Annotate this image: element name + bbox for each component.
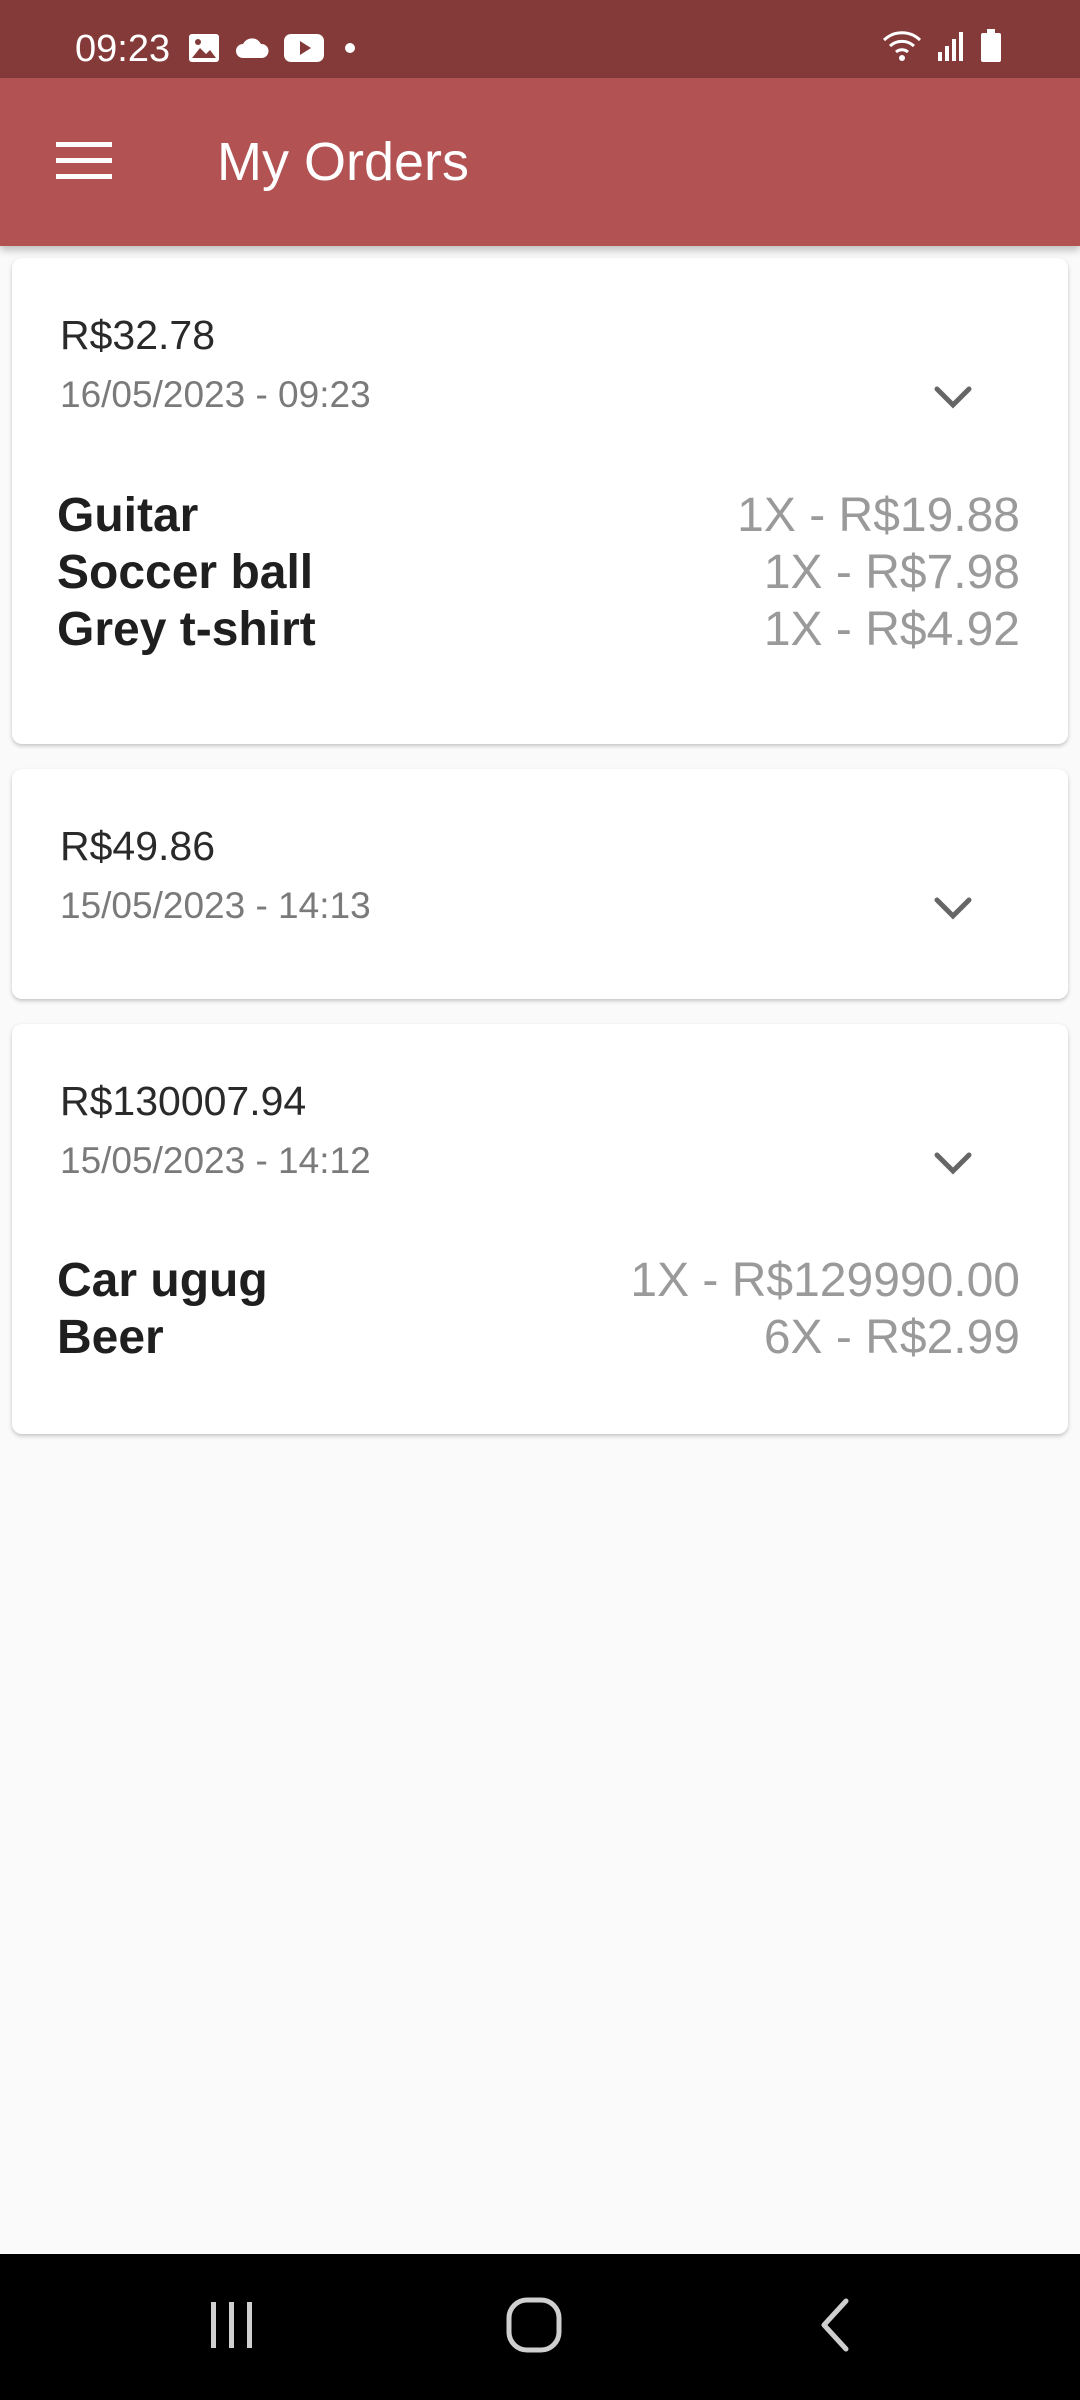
image-icon	[188, 33, 220, 68]
home-button[interactable]	[434, 2254, 634, 2400]
list-item: Beer 6X - R$2.99	[57, 1309, 1020, 1366]
cloud-icon	[234, 36, 270, 65]
order-card[interactable]: R$32.78 16/05/2023 - 09:23 Guitar 1X - R…	[12, 258, 1068, 744]
order-total: R$32.78	[60, 312, 216, 358]
order-items: Guitar 1X - R$19.88 Soccer ball 1X - R$7…	[57, 487, 1020, 658]
page-title: My Orders	[217, 132, 470, 192]
item-quantity-price: 1X - R$129990.00	[630, 1254, 1020, 1307]
item-quantity-price: 1X - R$4.92	[763, 603, 1020, 656]
order-card[interactable]: R$130007.94 15/05/2023 - 14:12 Car ugug …	[12, 1024, 1068, 1434]
chevron-down-icon	[933, 1151, 973, 1180]
order-date: 15/05/2023 - 14:12	[60, 1140, 371, 1181]
back-icon	[816, 2295, 856, 2360]
expand-button[interactable]	[918, 1130, 988, 1200]
order-total: R$130007.94	[60, 1078, 307, 1124]
hamburger-menu-icon	[56, 140, 112, 185]
item-name: Soccer ball	[57, 546, 314, 599]
youtube-icon	[284, 33, 324, 67]
list-item: Grey t-shirt 1X - R$4.92	[57, 601, 1020, 658]
chevron-down-icon	[933, 385, 973, 414]
item-name: Grey t-shirt	[57, 603, 316, 656]
dot-icon	[338, 41, 362, 60]
recent-apps-button[interactable]	[132, 2254, 332, 2400]
list-item: Car ugug 1X - R$129990.00	[57, 1252, 1020, 1309]
chevron-down-icon	[933, 896, 973, 925]
status-icons-left	[188, 30, 362, 70]
expand-button[interactable]	[918, 875, 988, 945]
item-name: Car ugug	[57, 1254, 268, 1307]
item-quantity-price: 1X - R$19.88	[737, 489, 1020, 542]
item-name: Guitar	[57, 489, 199, 542]
back-button[interactable]	[736, 2254, 936, 2400]
system-nav-bar	[0, 2254, 1080, 2400]
status-bar: 09:23	[0, 0, 1080, 78]
order-card[interactable]: R$49.86 15/05/2023 - 14:13	[12, 769, 1068, 999]
app-bar: My Orders	[0, 78, 1080, 246]
order-date: 15/05/2023 - 14:13	[60, 885, 371, 926]
battery-icon	[980, 28, 1002, 68]
home-icon	[504, 2295, 564, 2360]
list-item: Guitar 1X - R$19.88	[57, 487, 1020, 544]
status-icons-right	[882, 28, 1002, 68]
signal-icon	[936, 30, 966, 67]
order-items: Car ugug 1X - R$129990.00 Beer 6X - R$2.…	[57, 1252, 1020, 1366]
item-quantity-price: 1X - R$7.98	[763, 546, 1020, 599]
menu-button[interactable]	[40, 124, 128, 200]
item-quantity-price: 6X - R$2.99	[763, 1311, 1020, 1364]
order-total: R$49.86	[60, 823, 216, 869]
expand-button[interactable]	[918, 364, 988, 434]
item-name: Beer	[57, 1311, 164, 1364]
wifi-icon	[882, 30, 922, 67]
list-item: Soccer ball 1X - R$7.98	[57, 544, 1020, 601]
recent-apps-icon	[205, 2298, 259, 2357]
status-time: 09:23	[75, 28, 171, 70]
order-date: 16/05/2023 - 09:23	[60, 374, 371, 415]
